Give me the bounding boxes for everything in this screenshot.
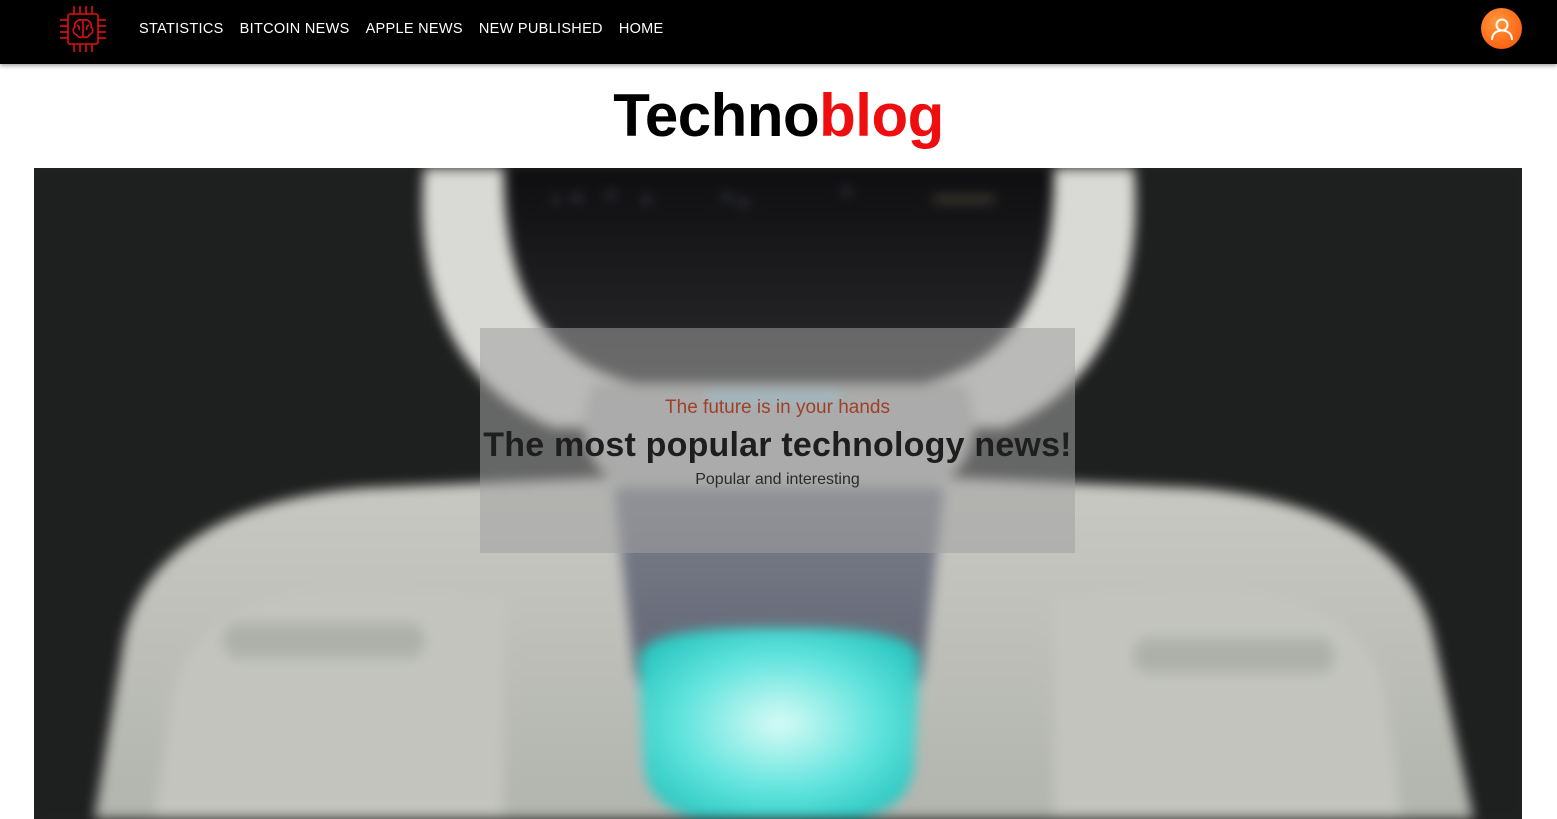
nav-apple-news[interactable]: APPLE NEWS [366,20,463,38]
hero-subtitle: Popular and interesting [695,471,860,488]
site-title-blog: blog [819,82,944,149]
hero-kicker: The future is in your hands [665,397,890,418]
hero-caption-box: The future is in your hands The most pop… [480,328,1075,553]
nav-statistics[interactable]: STATISTICS [139,20,224,38]
nav-bitcoin-news[interactable]: BITCOIN NEWS [240,20,350,38]
site-title: Technoblog [0,82,1557,150]
hero-banner: The future is in your hands The most pop… [34,168,1522,819]
site-title-techno: Techno [613,82,820,149]
hero-headline: The most popular technology news! [483,426,1072,464]
user-avatar-icon[interactable] [1481,8,1522,49]
nav-home[interactable]: HOME [619,20,664,38]
main-nav: STATISTICS BITCOIN NEWS APPLE NEWS NEW P… [139,20,680,38]
top-navbar: STATISTICS BITCOIN NEWS APPLE NEWS NEW P… [0,0,1557,64]
nav-new-published[interactable]: NEW PUBLISHED [479,20,603,38]
brain-chip-logo-icon[interactable] [57,3,109,55]
